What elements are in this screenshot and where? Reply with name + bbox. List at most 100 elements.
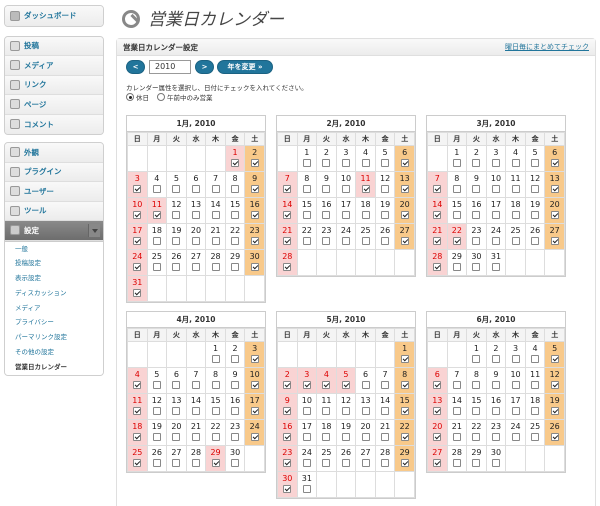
day-checkbox[interactable] [550, 185, 559, 193]
day-checkbox[interactable] [511, 185, 520, 193]
day-checkbox[interactable] [531, 185, 540, 193]
day-checkbox[interactable] [491, 355, 500, 363]
day-checkbox[interactable] [283, 459, 292, 467]
day-checkbox[interactable] [433, 211, 442, 219]
day-checkbox[interactable] [511, 407, 520, 415]
day-checkbox[interactable] [302, 237, 311, 245]
day-checkbox[interactable] [231, 433, 240, 441]
day-checkbox[interactable] [231, 355, 240, 363]
day-checkbox[interactable] [433, 381, 442, 389]
day-checkbox[interactable] [133, 407, 142, 415]
day-checkbox[interactable] [491, 381, 500, 389]
day-checkbox[interactable] [452, 433, 461, 441]
submenu-writing[interactable]: 投稿設定 [5, 256, 103, 271]
day-checkbox[interactable] [152, 211, 161, 219]
day-checkbox[interactable] [341, 433, 350, 441]
day-checkbox[interactable] [322, 159, 331, 167]
submenu-business-calendar[interactable]: 営業日カレンダー [5, 360, 103, 375]
menu-item-tools[interactable]: ツール [5, 201, 103, 221]
day-checkbox[interactable] [191, 381, 200, 389]
day-checkbox[interactable] [511, 211, 520, 219]
day-checkbox[interactable] [341, 159, 350, 167]
submenu-reading[interactable]: 表示設定 [5, 271, 103, 286]
day-checkbox[interactable] [400, 381, 409, 389]
day-checkbox[interactable] [211, 237, 220, 245]
day-checkbox[interactable] [302, 159, 311, 167]
day-checkbox[interactable] [381, 159, 390, 167]
day-checkbox[interactable] [133, 381, 142, 389]
day-checkbox[interactable] [152, 407, 161, 415]
holiday-radio[interactable] [126, 93, 134, 101]
day-checkbox[interactable] [511, 381, 520, 389]
day-checkbox[interactable] [172, 433, 181, 441]
day-checkbox[interactable] [283, 237, 292, 245]
day-checkbox[interactable] [361, 211, 370, 219]
day-checkbox[interactable] [191, 185, 200, 193]
day-checkbox[interactable] [250, 185, 259, 193]
day-checkbox[interactable] [322, 407, 331, 415]
day-checkbox[interactable] [172, 211, 181, 219]
day-checkbox[interactable] [191, 211, 200, 219]
day-checkbox[interactable] [472, 185, 481, 193]
day-checkbox[interactable] [341, 211, 350, 219]
day-checkbox[interactable] [283, 185, 292, 193]
day-checkbox[interactable] [231, 211, 240, 219]
day-checkbox[interactable] [550, 407, 559, 415]
day-checkbox[interactable] [283, 263, 292, 271]
day-checkbox[interactable] [361, 185, 370, 193]
day-checkbox[interactable] [472, 355, 481, 363]
menu-item-plugins[interactable]: プラグイン [5, 162, 103, 182]
morning-only-radio[interactable] [157, 93, 165, 101]
day-checkbox[interactable] [250, 433, 259, 441]
day-checkbox[interactable] [302, 381, 311, 389]
day-checkbox[interactable] [433, 185, 442, 193]
change-year-button[interactable]: 年を変更 » [217, 60, 273, 74]
day-checkbox[interactable] [231, 159, 240, 167]
day-checkbox[interactable] [472, 159, 481, 167]
day-checkbox[interactable] [381, 407, 390, 415]
day-checkbox[interactable] [191, 237, 200, 245]
day-checkbox[interactable] [381, 459, 390, 467]
day-checkbox[interactable] [341, 407, 350, 415]
day-checkbox[interactable] [400, 459, 409, 467]
day-checkbox[interactable] [491, 459, 500, 467]
menu-item-media[interactable]: メディア [5, 56, 103, 76]
day-checkbox[interactable] [550, 211, 559, 219]
day-checkbox[interactable] [452, 263, 461, 271]
day-checkbox[interactable] [400, 237, 409, 245]
day-checkbox[interactable] [133, 433, 142, 441]
day-checkbox[interactable] [302, 459, 311, 467]
day-checkbox[interactable] [152, 185, 161, 193]
day-checkbox[interactable] [231, 459, 240, 467]
submenu-privacy[interactable]: プライバシー [5, 315, 103, 330]
day-checkbox[interactable] [211, 407, 220, 415]
day-checkbox[interactable] [472, 381, 481, 389]
day-checkbox[interactable] [250, 381, 259, 389]
collapse-arrow-icon[interactable] [88, 224, 100, 237]
day-checkbox[interactable] [172, 263, 181, 271]
day-checkbox[interactable] [211, 433, 220, 441]
day-checkbox[interactable] [133, 459, 142, 467]
day-checkbox[interactable] [433, 459, 442, 467]
day-checkbox[interactable] [511, 355, 520, 363]
day-checkbox[interactable] [472, 263, 481, 271]
menu-item-appearance[interactable]: 外観 [5, 143, 103, 163]
day-checkbox[interactable] [381, 237, 390, 245]
day-checkbox[interactable] [400, 159, 409, 167]
day-checkbox[interactable] [452, 459, 461, 467]
day-checkbox[interactable] [133, 289, 142, 297]
day-checkbox[interactable] [302, 485, 311, 493]
submenu-general[interactable]: 一般 [5, 242, 103, 257]
day-checkbox[interactable] [511, 237, 520, 245]
day-checkbox[interactable] [381, 433, 390, 441]
day-checkbox[interactable] [491, 407, 500, 415]
day-checkbox[interactable] [511, 159, 520, 167]
day-checkbox[interactable] [361, 159, 370, 167]
day-checkbox[interactable] [322, 237, 331, 245]
day-checkbox[interactable] [550, 433, 559, 441]
day-checkbox[interactable] [452, 211, 461, 219]
day-checkbox[interactable] [191, 459, 200, 467]
day-checkbox[interactable] [341, 185, 350, 193]
day-checkbox[interactable] [381, 185, 390, 193]
day-checkbox[interactable] [211, 381, 220, 389]
